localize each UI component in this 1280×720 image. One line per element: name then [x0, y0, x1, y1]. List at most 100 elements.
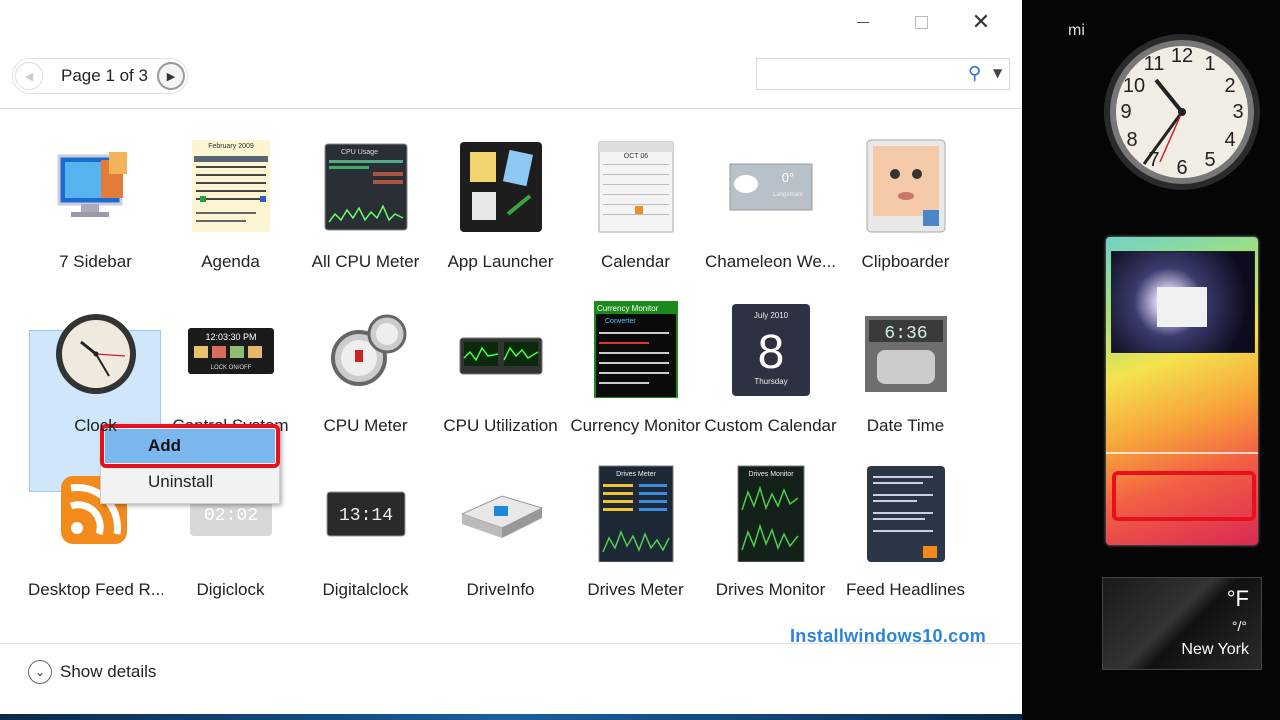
gadget-label: DriveInfo	[466, 580, 535, 599]
svg-text:12:03:30 PM: 12:03:30 PM	[205, 332, 256, 342]
cpu-usage-icon: CPU Usage	[324, 143, 407, 231]
divider	[1106, 452, 1258, 454]
gadget-label: Desktop Feed R...	[28, 580, 163, 599]
svg-text:5: 5	[1204, 149, 1215, 171]
hard-drive-icon	[460, 495, 543, 538]
weather-range: °/°	[1231, 618, 1247, 634]
context-menu-uninstall[interactable]: Uninstall	[105, 467, 275, 497]
gadget-label: CPU Meter	[323, 416, 408, 435]
gadget-item[interactable]: CPU Utilization	[433, 286, 568, 450]
gadget-item[interactable]: Feed Headlines	[838, 450, 973, 614]
currency-monitor-icon: Currency Monitor Converter	[593, 301, 678, 398]
gadget-item[interactable]: Clipboarder	[838, 122, 973, 286]
svg-text:11: 11	[1144, 53, 1165, 75]
svg-text:2: 2	[1224, 75, 1235, 97]
gadget-label: CPU Utilization	[443, 416, 558, 435]
app-launcher-icon	[459, 142, 542, 232]
gadget-gallery-window: ✕ ◀ Page 1 of 3 ▶ ⚲ ▼ 7 Sidebar February…	[0, 0, 1022, 720]
cpu-utilization-icon	[459, 337, 542, 375]
svg-text:9: 9	[1120, 101, 1131, 123]
watermark: Installwindows10.com	[790, 626, 987, 646]
svg-text:8: 8	[757, 326, 784, 379]
divider	[0, 108, 1022, 109]
gadget-label: Clipboarder	[861, 252, 950, 271]
gadget-item[interactable]: Drives Monitor Drives Monitor	[703, 450, 838, 614]
gadget-label: Drives Meter	[587, 580, 684, 599]
gadget-grid: 7 Sidebar February 2009 Agenda CPU Usage…	[28, 122, 998, 614]
previous-page-button[interactable]: ◀	[15, 62, 43, 90]
maximize-button[interactable]	[900, 6, 942, 38]
next-page-button[interactable]: ▶	[157, 62, 185, 90]
gadget-label: Clock	[74, 416, 117, 435]
gadget-item[interactable]: 13:14 Digitalclock	[298, 450, 433, 614]
taskbar-strip	[0, 714, 1022, 720]
sidebar-partial-text: mi	[1068, 22, 1085, 39]
weather-unit: °F	[1226, 586, 1249, 611]
page-navigator: ◀ Page 1 of 3 ▶	[12, 58, 188, 94]
chevron-down-icon[interactable]: ⌄	[28, 660, 52, 684]
svg-text:02:02: 02:02	[203, 506, 257, 526]
page-label: Page 1 of 3	[61, 66, 148, 85]
minimize-button[interactable]	[842, 6, 884, 38]
gadget-label: Digitalclock	[322, 580, 409, 599]
drives-monitor-icon: Drives Monitor	[737, 465, 804, 562]
custom-calendar-icon: July 2010 8 Thursday	[731, 304, 810, 396]
svg-text:Drives Monitor: Drives Monitor	[748, 471, 794, 478]
search-box[interactable]: ⚲ ▼	[756, 58, 1010, 90]
gadget-item[interactable]: OCT 06 Calendar	[568, 122, 703, 286]
search-icon[interactable]: ⚲	[968, 63, 981, 84]
svg-text:Drives Meter: Drives Meter	[616, 471, 656, 478]
gadget-label: Currency Monitor	[570, 416, 701, 435]
svg-text:6: 6	[1176, 157, 1187, 179]
svg-text:LOCK ON/OFF: LOCK ON/OFF	[210, 365, 251, 371]
gadget-label: Calendar	[601, 252, 670, 271]
gadget-item[interactable]: CPU Meter	[298, 286, 433, 450]
clock-gadget[interactable]: 123 69 11 1 24 57 810	[1102, 8, 1262, 198]
svg-text:1: 1	[1204, 53, 1215, 75]
gadget-label: App Launcher	[447, 252, 554, 271]
agenda-calendar-icon: February 2009	[191, 140, 270, 232]
gadget-item[interactable]: July 2010 8 Thursday Custom Calendar	[703, 286, 838, 450]
gadget-item[interactable]: February 2009 Agenda	[163, 122, 298, 286]
analog-clock-icon	[55, 314, 136, 394]
slideshow-window-thumbnail	[1157, 287, 1207, 327]
svg-text:10: 10	[1123, 75, 1145, 97]
gadget-label: Drives Monitor	[715, 580, 826, 599]
gadget-item[interactable]: Currency Monitor Converter Currency Moni…	[568, 286, 703, 450]
drives-meter-icon: Drives Meter	[598, 465, 673, 562]
weather-city: New York	[1181, 641, 1249, 658]
svg-text:4: 4	[1224, 129, 1235, 151]
gadget-item[interactable]: Drives Meter Drives Meter	[568, 450, 703, 614]
svg-text:0°: 0°	[781, 170, 793, 185]
search-input[interactable]	[763, 64, 957, 86]
gadget-item[interactable]: DriveInfo	[433, 450, 568, 614]
svg-text:8: 8	[1126, 129, 1137, 151]
weather-cloud-icon: 0° Langemark	[729, 163, 812, 211]
gadget-item-clock[interactable]: Clock	[28, 286, 163, 492]
svg-text:Currency Monitor: Currency Monitor	[597, 304, 659, 313]
svg-text:12: 12	[1171, 45, 1193, 67]
show-details-label: Show details	[60, 662, 157, 681]
svg-text:OCT 06: OCT 06	[623, 153, 647, 160]
svg-text:3: 3	[1232, 101, 1243, 123]
chevron-down-icon[interactable]: ▼	[993, 66, 1002, 80]
svg-text:6:36: 6:36	[884, 324, 927, 344]
show-details-toggle[interactable]: ⌄ Show details	[28, 660, 156, 684]
gadget-label: Chameleon We...	[704, 252, 837, 271]
gadget-label: Digiclock	[196, 580, 265, 599]
gadget-item[interactable]: App Launcher	[433, 122, 568, 286]
highlight-box-sidebar	[1112, 471, 1256, 521]
svg-text:13:14: 13:14	[338, 506, 392, 526]
gadget-item[interactable]: 6:36 Date Time	[838, 286, 973, 450]
sidebar-monitor-icon	[57, 152, 127, 217]
gadget-item[interactable]: CPU Usage All CPU Meter	[298, 122, 433, 286]
clipboard-baby-icon	[866, 139, 945, 233]
gadget-item[interactable]: 0° Langemark Chameleon We...	[703, 122, 838, 286]
calendar-icon: OCT 06	[598, 141, 673, 233]
gadget-item[interactable]: 7 Sidebar	[28, 122, 163, 286]
weather-gadget[interactable]: °F °/° New York	[1102, 577, 1262, 670]
feed-headlines-icon	[866, 466, 945, 562]
svg-text:Converter: Converter	[605, 318, 636, 325]
close-button[interactable]: ✕	[960, 6, 1002, 38]
cpu-meter-gauge-icon	[330, 314, 406, 386]
